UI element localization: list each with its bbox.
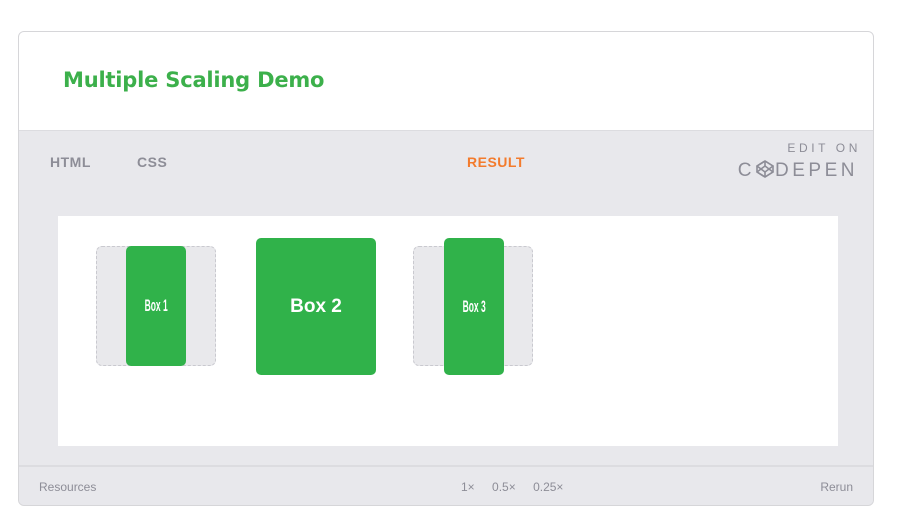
codepen-wordmark-prefix: C xyxy=(737,160,756,181)
scale-0.25x-option[interactable]: 0.25× xyxy=(533,480,563,494)
box-2: Box 2 xyxy=(256,238,376,375)
box-2-label: Box 2 xyxy=(290,295,342,317)
box-3: Box 3 xyxy=(444,238,504,375)
embed-header: Multiple Scaling Demo xyxy=(19,32,873,131)
scale-0.5x-option[interactable]: 0.5× xyxy=(492,480,516,494)
scale-1x-option[interactable]: 1× xyxy=(461,480,475,494)
codepen-wordmark-suffix: DEPEN xyxy=(775,160,858,181)
embed-footer: Resources 1× 0.5× 0.25× Rerun xyxy=(19,465,873,505)
tab-css[interactable]: CSS xyxy=(137,154,167,170)
box-3-label: Box 3 xyxy=(462,296,486,316)
codepen-wordmark: C DEPEN xyxy=(738,159,858,185)
box-1-label: Box 1 xyxy=(144,296,168,315)
rerun-button[interactable]: Rerun xyxy=(820,480,853,494)
page-title: Multiple Scaling Demo xyxy=(63,68,325,92)
result-preview: Box 1 Box 2 Box 3 xyxy=(58,216,838,446)
codepen-logo-icon xyxy=(755,159,775,185)
tabs-bar: HTML CSS RESULT EDIT ON C DEPEN xyxy=(19,132,873,192)
edit-on-label: EDIT ON xyxy=(787,141,861,155)
resources-link[interactable]: Resources xyxy=(39,480,96,494)
tab-html[interactable]: HTML xyxy=(50,154,91,170)
tab-result[interactable]: RESULT xyxy=(467,154,525,170)
codepen-embed-card: Multiple Scaling Demo HTML CSS RESULT ED… xyxy=(18,31,874,506)
box-1: Box 1 xyxy=(126,246,186,366)
zoom-scale-options: 1× 0.5× 0.25× xyxy=(461,480,577,494)
edit-on-codepen-link[interactable]: EDIT ON C DEPEN xyxy=(738,141,858,185)
